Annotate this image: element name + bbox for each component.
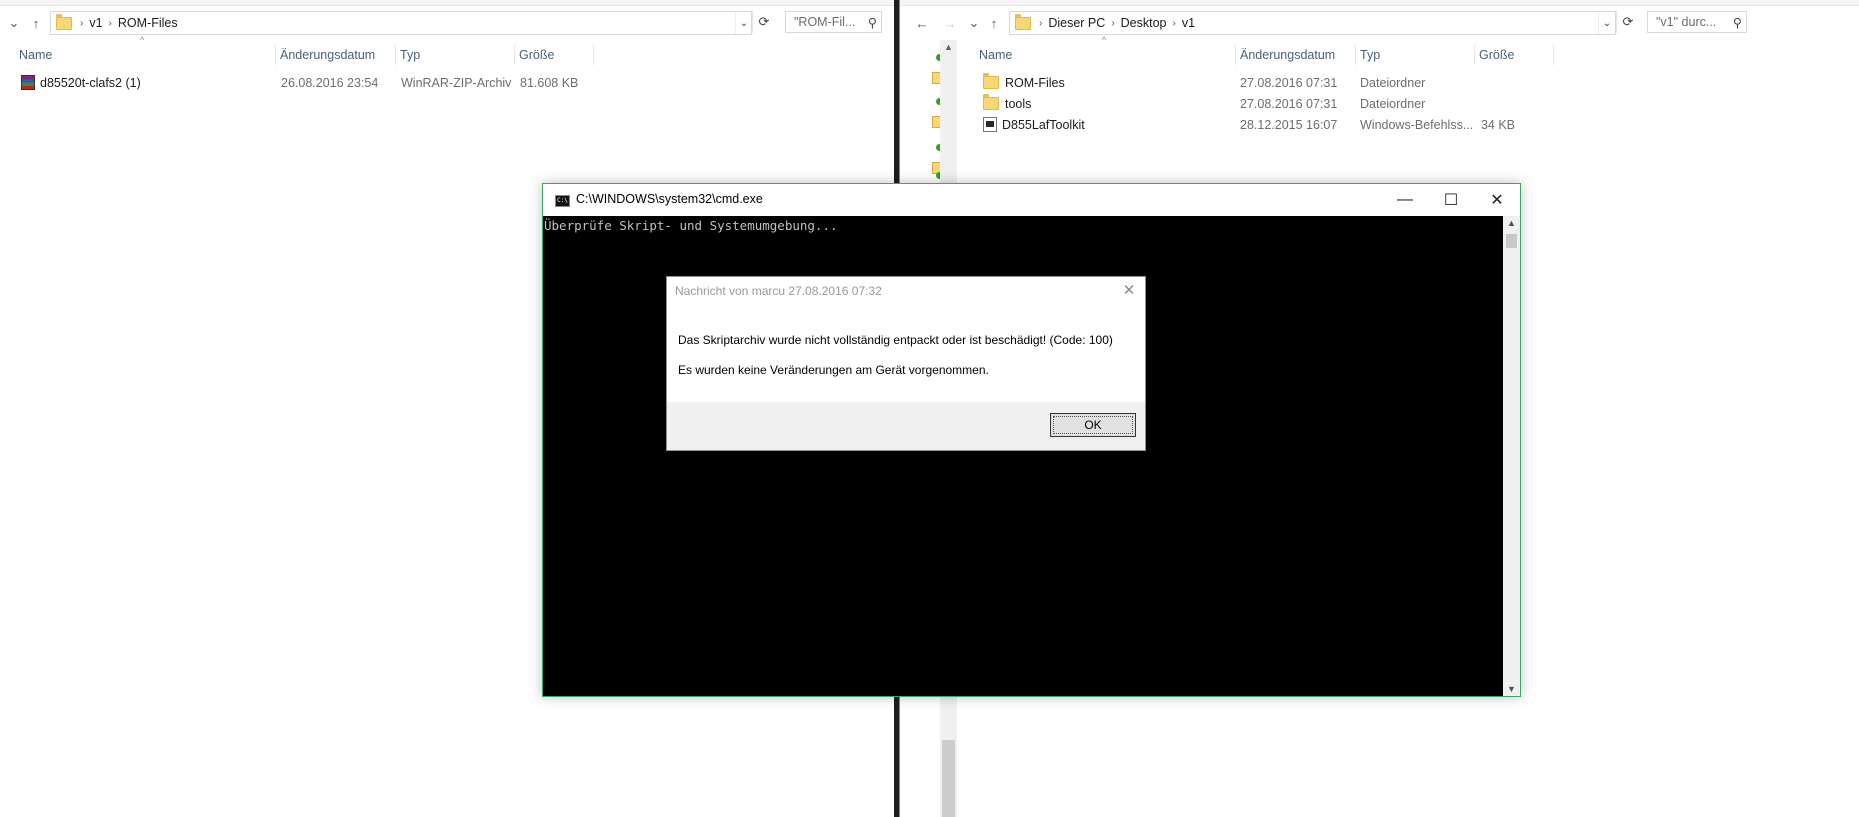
minimize-icon[interactable]: — [1382, 184, 1428, 216]
back-arrow-icon[interactable]: ← [912, 10, 932, 36]
search-placeholder: "ROM-Fil... [794, 15, 856, 29]
scroll-up-icon[interactable]: ▲ [940, 42, 957, 52]
cmd-titlebar[interactable]: C:\ C:\WINDOWS\system32\cmd.exe — ☐ ✕ [543, 184, 1520, 216]
dialog-title: Nachricht von marcu 27.08.2016 07:32 [675, 284, 882, 298]
chevron-down-icon[interactable]: ⌄ [1598, 12, 1615, 34]
winrar-archive-icon [21, 75, 35, 91]
file-row[interactable]: D855LafToolkit 28.12.2015 16:07 Windows-… [983, 115, 1563, 135]
file-type: Dateiordner [1360, 97, 1426, 111]
file-name-cell: D855LafToolkit [983, 115, 1085, 135]
folder-icon [983, 94, 999, 111]
breadcrumb-item[interactable]: Dieser PC [1044, 16, 1109, 30]
column-header-row: Name Änderungsdatum Typ Größe [15, 45, 595, 65]
address-bar[interactable]: › v1 › ROM-Files ⌄ [50, 11, 752, 35]
search-input[interactable]: "v1" durc... ⚲ [1647, 11, 1747, 33]
refresh-icon[interactable]: ⟳ [1616, 11, 1639, 33]
ok-button[interactable]: OK [1050, 413, 1136, 437]
breadcrumb-separator: › [108, 17, 112, 29]
file-type: Windows-Befehlss... [1360, 118, 1474, 132]
breadcrumb-separator: › [80, 17, 84, 29]
recent-locations-icon[interactable]: ⌄ [964, 10, 984, 36]
search-input[interactable]: "ROM-Fil... ⚲ [785, 11, 882, 33]
dialog-message: Es wurden keine Veränderungen am Gerät v… [678, 363, 989, 377]
breadcrumb-item[interactable]: v1 [85, 16, 106, 30]
chevron-down-icon[interactable]: ⌄ [735, 12, 752, 34]
scroll-down-icon[interactable]: ▼ [1503, 684, 1520, 694]
scroll-thumb[interactable] [942, 740, 955, 817]
file-name-cell: ROM-Files [983, 73, 1065, 93]
breadcrumb-separator: › [1111, 17, 1115, 29]
folder-icon [56, 13, 72, 30]
file-date: 28.12.2015 16:07 [1240, 118, 1338, 132]
file-row[interactable]: tools 27.08.2016 07:31 Dateiordner [983, 94, 1563, 114]
breadcrumb-item[interactable]: ROM-Files [114, 16, 182, 30]
file-size: 81.608 KB [520, 76, 579, 90]
dialog-footer: OK [667, 402, 1145, 450]
file-name: tools [1005, 97, 1032, 111]
file-type: WinRAR-ZIP-Archiv [401, 76, 512, 90]
batch-file-icon [983, 117, 997, 133]
ribbon-strip [0, 0, 894, 6]
refresh-icon[interactable]: ⟳ [752, 11, 775, 33]
breadcrumb-item[interactable]: v1 [1178, 16, 1199, 30]
close-icon[interactable]: ✕ [1121, 281, 1137, 299]
console-scrollbar[interactable]: ▲ ▼ [1503, 216, 1520, 696]
search-icon: ⚲ [1732, 15, 1742, 30]
file-name: D855LafToolkit [1002, 118, 1085, 132]
breadcrumb-item[interactable]: Desktop [1117, 16, 1171, 30]
search-placeholder: "v1" durc... [1656, 15, 1717, 29]
ribbon-strip [900, 0, 1859, 6]
up-arrow-icon[interactable]: ↑ [26, 10, 46, 36]
column-header-size[interactable]: Größe [515, 45, 594, 65]
column-header-type[interactable]: Typ [1356, 45, 1475, 65]
file-date: 27.08.2016 07:31 [1240, 97, 1338, 111]
file-name-cell: tools [983, 94, 1031, 114]
dialog-message: Das Skriptarchiv wurde nicht vollständig… [678, 333, 1113, 347]
breadcrumb-separator: › [1039, 17, 1043, 29]
file-size: 34 KB [1480, 118, 1515, 132]
file-date: 26.08.2016 23:54 [281, 76, 379, 90]
file-name: ROM-Files [1005, 76, 1065, 90]
folder-icon [983, 73, 999, 90]
cmd-icon: C:\ [555, 195, 570, 207]
search-icon: ⚲ [867, 15, 877, 30]
address-bar[interactable]: › Dieser PC › Desktop › v1 ⌄ [1009, 11, 1616, 35]
message-dialog: Nachricht von marcu 27.08.2016 07:32 ✕ D… [666, 276, 1146, 451]
close-icon[interactable]: ✕ [1474, 184, 1520, 216]
column-header-date[interactable]: Änderungsdatum [276, 45, 396, 65]
sort-ascending-icon: ^ [140, 35, 145, 45]
file-row[interactable]: d85520t-clafs2 (1) 26.08.2016 23:54 WinR… [21, 73, 601, 93]
file-row[interactable]: ROM-Files 27.08.2016 07:31 Dateiordner [983, 73, 1563, 93]
column-header-name[interactable]: Name [975, 45, 1236, 65]
scroll-thumb[interactable] [1506, 234, 1517, 248]
column-header-date[interactable]: Änderungsdatum [1236, 45, 1356, 65]
forward-arrow-icon[interactable]: → [940, 10, 960, 36]
file-type: Dateiordner [1360, 76, 1426, 90]
up-arrow-icon[interactable]: ↑ [984, 10, 1004, 36]
window-title: C:\WINDOWS\system32\cmd.exe [576, 192, 763, 206]
column-header-row: Name Änderungsdatum Typ Größe [975, 45, 1555, 65]
address-row: ← → ⌄ ↑ › Dieser PC › Desktop › v1 ⌄ ⟳ "… [900, 10, 1859, 36]
file-date: 27.08.2016 07:31 [1240, 76, 1338, 90]
breadcrumb-separator: › [1172, 17, 1176, 29]
file-name-cell: d85520t-clafs2 (1) [21, 73, 141, 93]
scroll-up-icon[interactable]: ▲ [1503, 218, 1520, 228]
column-header-type[interactable]: Typ [396, 45, 515, 65]
folder-icon [1015, 13, 1031, 30]
address-row: ⌄ ↑ › v1 › ROM-Files ⌄ ⟳ "ROM-Fil... ⚲ [0, 10, 894, 36]
maximize-icon[interactable]: ☐ [1428, 184, 1474, 216]
sort-ascending-icon: ^ [1102, 35, 1107, 45]
column-header-size[interactable]: Größe [1475, 45, 1554, 65]
recent-locations-icon[interactable]: ⌄ [4, 10, 24, 36]
column-header-name[interactable]: Name [15, 45, 276, 65]
file-name: d85520t-clafs2 (1) [40, 76, 141, 90]
